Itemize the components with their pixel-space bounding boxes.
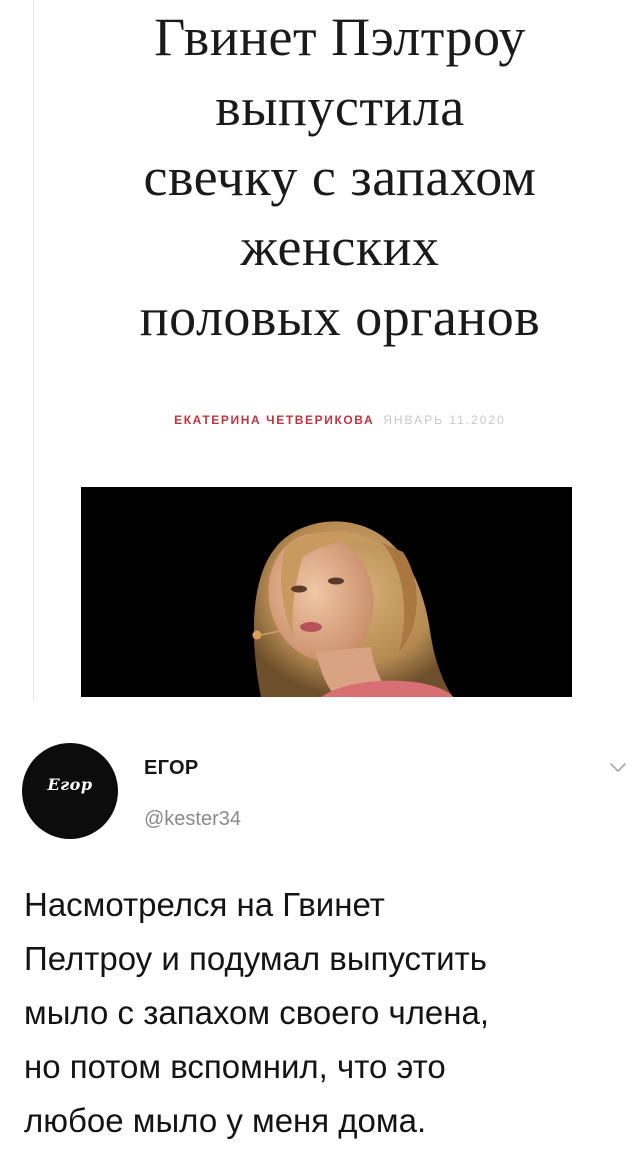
tweet-text-line: любое мыло у меня дома. [24, 1102, 427, 1139]
tweet-text: Насмотрелся на Гвинет Пелтроу и подумал … [24, 878, 624, 1148]
tweet-text-line: но потом вспомнил, что это [24, 1048, 446, 1085]
divider [33, 0, 34, 700]
user-display-name[interactable]: ЕГОР [144, 757, 199, 780]
headline-line: женских [240, 217, 440, 277]
tweet-text-line: мыло с запахом своего члена, [24, 994, 490, 1031]
author-name[interactable]: ЕКАТЕРИНА ЧЕТВЕРИКОВА [174, 413, 374, 427]
tweet-text-line: Насмотрелся на Гвинет [24, 886, 385, 923]
article-card: Гвинет Пэлтроу выпустила свечку с запахо… [0, 0, 640, 705]
article-byline: ЕКАТЕРИНА ЧЕТВЕРИКОВА ЯНВАРЬ 11.2020 [40, 413, 640, 427]
headline-line: свечку с запахом [143, 147, 537, 207]
chevron-down-icon[interactable] [608, 761, 628, 775]
tweet-card: Егор ЕГОР @kester34 Насмотрелся на Гвине… [0, 705, 640, 1156]
article-photo [81, 487, 572, 697]
headline-line: половых органов [139, 287, 541, 347]
publish-date: ЯНВАРЬ 11.2020 [383, 413, 506, 427]
woman-portrait-image [81, 487, 572, 697]
tweet-text-line: Пелтроу и подумал выпустить [24, 940, 487, 977]
headline-line: выпустила [215, 77, 465, 137]
avatar[interactable]: Егор [22, 743, 118, 839]
headline-line: Гвинет Пэлтроу [154, 7, 526, 67]
user-handle[interactable]: @kester34 [144, 808, 241, 831]
avatar-logo-text: Егор [47, 775, 93, 794]
article-headline: Гвинет Пэлтроу выпустила свечку с запахо… [40, 2, 640, 352]
